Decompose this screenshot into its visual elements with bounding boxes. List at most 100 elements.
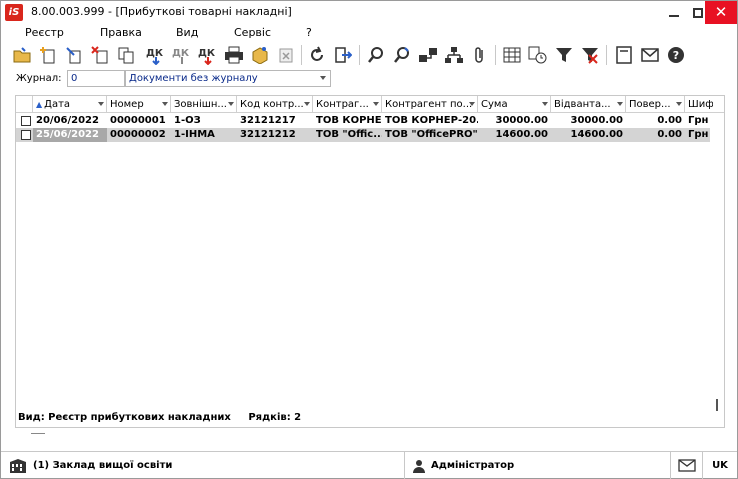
- row-count: Рядків: 2: [248, 412, 302, 423]
- column-header-code[interactable]: Код контр...: [237, 96, 313, 113]
- column-header-shipped[interactable]: Відванта...: [551, 96, 626, 113]
- svg-text:ДК: ДК: [172, 48, 190, 59]
- mail-icon: [677, 459, 696, 472]
- cell-counterparty: ТОВ КОРНЕ...: [316, 115, 382, 126]
- column-header-returned[interactable]: Повер...: [626, 96, 685, 113]
- minimize-button[interactable]: [661, 1, 687, 24]
- menu-registry[interactable]: Реєстр: [25, 26, 64, 39]
- journal-select[interactable]: Документи без журналу: [125, 70, 331, 87]
- app-logo: iS: [5, 4, 23, 21]
- column-filter-icon[interactable]: [228, 102, 234, 106]
- organization-label: (1) Заклад вищої освіти: [33, 460, 173, 471]
- documents-grid: ▲ Дата Номер Зовнішн... Код контр... Конт…: [15, 95, 725, 428]
- cell-date: 20/06/2022: [36, 115, 99, 126]
- column-header-number[interactable]: Номер: [107, 96, 171, 113]
- menu-edit[interactable]: Правка: [100, 26, 142, 39]
- cell-code: 32121212: [240, 129, 296, 140]
- edit-document-icon[interactable]: [63, 44, 85, 66]
- column-header-counterparty[interactable]: Контраг...: [313, 96, 382, 113]
- search-next-icon[interactable]: [391, 44, 413, 66]
- status-language[interactable]: UK: [703, 452, 737, 479]
- export-icon[interactable]: [275, 44, 297, 66]
- maximize-icon: [693, 7, 703, 18]
- journal-code-field[interactable]: 0: [67, 70, 125, 87]
- exit-icon[interactable]: [332, 44, 354, 66]
- column-filter-icon[interactable]: [469, 102, 475, 106]
- cell-counterparty: ТОВ "Offic...: [316, 129, 382, 140]
- cell-number: 00000002: [110, 129, 166, 140]
- table-row[interactable]: 25/06/2022 00000002 1-ІНМА 32121212 ТОВ …: [16, 128, 710, 142]
- building-icon: [10, 458, 26, 473]
- vertical-scrollbar[interactable]: [716, 399, 718, 411]
- title-bar: iS 8.00.003.999 - [Прибуткові товарні на…: [1, 1, 737, 24]
- language-label: UK: [712, 460, 728, 471]
- filter-icon[interactable]: [553, 44, 575, 66]
- package-icon[interactable]: [249, 44, 271, 66]
- status-user[interactable]: Адміністратор: [405, 452, 671, 479]
- cell-shipped: 14600.00: [570, 129, 623, 140]
- column-filter-icon[interactable]: [676, 102, 682, 106]
- column-header-external[interactable]: Зовнішн...: [171, 96, 237, 113]
- status-organization[interactable]: (1) Заклад вищої освіти: [1, 452, 405, 479]
- view-label: Вид: Реєстр прибуткових накладних: [18, 412, 231, 423]
- cancel-post-icon[interactable]: ДК: [197, 44, 219, 66]
- column-header-cipher[interactable]: Шиф: [685, 96, 713, 113]
- cell-external: 1-ІНМА: [174, 129, 215, 140]
- column-header-counterparty-full[interactable]: Контрагент по...: [382, 96, 478, 113]
- print-icon[interactable]: [223, 44, 245, 66]
- cell-external: 1-ОЗ: [174, 115, 201, 126]
- menu-help[interactable]: ?: [306, 26, 312, 39]
- search-icon[interactable]: [365, 44, 387, 66]
- unpost-document-icon[interactable]: ДК: [171, 44, 193, 66]
- grid-header: ▲ Дата Номер Зовнішн... Код контр... Конт…: [16, 96, 724, 113]
- column-filter-icon[interactable]: [373, 102, 379, 106]
- copy-document-icon[interactable]: [115, 44, 137, 66]
- column-filter-icon[interactable]: [98, 102, 104, 106]
- column-filter-icon[interactable]: [304, 102, 310, 106]
- column-filter-icon[interactable]: [617, 102, 623, 106]
- attachment-icon[interactable]: [469, 44, 491, 66]
- status-bar: (1) Заклад вищої освіти Адміністратор UK: [1, 451, 737, 479]
- post-document-icon[interactable]: ДК: [145, 44, 167, 66]
- form-icon[interactable]: [613, 44, 635, 66]
- toolbar-separator: [359, 45, 360, 65]
- row-checkbox[interactable]: [21, 116, 31, 126]
- open-folder-icon[interactable]: [11, 44, 33, 66]
- splitter-handle[interactable]: [31, 433, 45, 434]
- column-header-sum[interactable]: Сума: [478, 96, 551, 113]
- status-mail[interactable]: [671, 452, 703, 479]
- hierarchy-icon[interactable]: [443, 44, 465, 66]
- cell-counterparty-full: ТОВ КОРНЕР-20...: [385, 115, 478, 126]
- column-filter-icon[interactable]: [162, 102, 168, 106]
- menu-view[interactable]: Вид: [176, 26, 198, 39]
- table-row[interactable]: 20/06/2022 00000001 1-ОЗ 32121217 ТОВ КО…: [16, 114, 710, 128]
- table-icon[interactable]: [501, 44, 523, 66]
- delete-document-icon[interactable]: [89, 44, 111, 66]
- help-icon[interactable]: ?: [665, 44, 687, 66]
- sort-ascending-icon: ▲: [36, 100, 43, 109]
- toolbar: ДК ДК ДК ?: [9, 41, 729, 69]
- cell-sum: 14600.00: [495, 129, 548, 140]
- cell-number: 00000001: [110, 115, 166, 126]
- grid-footer: Вид: Реєстр прибуткових накладних Рядків…: [18, 412, 301, 423]
- cell-sum: 30000.00: [495, 115, 548, 126]
- cell-returned: 0.00: [657, 115, 682, 126]
- column-filter-icon[interactable]: [542, 102, 548, 106]
- clear-filter-icon[interactable]: [579, 44, 601, 66]
- window-title: 8.00.003.999 - [Прибуткові товарні накла…: [31, 5, 292, 18]
- mail-icon[interactable]: [639, 44, 661, 66]
- cell-counterparty-full: ТОВ "OfficePRO": [385, 129, 478, 140]
- svg-text:?: ?: [673, 49, 679, 62]
- menu-service[interactable]: Сервіс: [234, 26, 271, 39]
- refresh-icon[interactable]: [306, 44, 328, 66]
- row-checkbox[interactable]: [21, 130, 31, 140]
- column-header-date[interactable]: ▲ Дата: [33, 96, 107, 113]
- svg-text:ДК: ДК: [146, 48, 164, 59]
- schedule-icon[interactable]: [527, 44, 549, 66]
- structure-icon[interactable]: [417, 44, 439, 66]
- minimize-icon: [669, 14, 679, 17]
- close-icon: ✕: [714, 3, 728, 21]
- new-document-icon[interactable]: [37, 44, 59, 66]
- cell-date: 25/06/2022: [33, 128, 107, 142]
- close-button[interactable]: ✕: [705, 1, 737, 24]
